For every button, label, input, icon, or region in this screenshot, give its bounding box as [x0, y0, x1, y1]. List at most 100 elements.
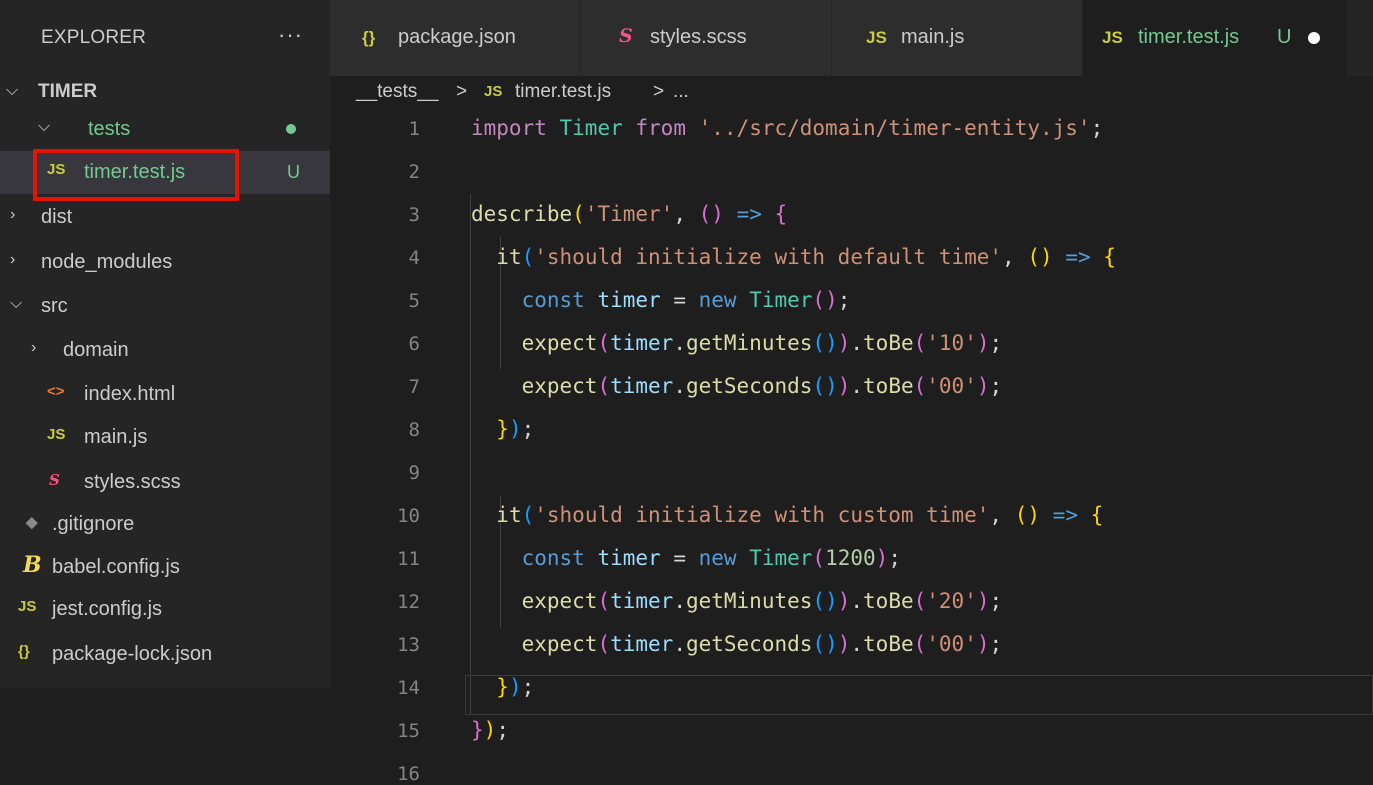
- tab-package-json[interactable]: {} package.json: [330, 0, 581, 76]
- chevron-down-icon: ⌵: [10, 295, 23, 312]
- code-line: it('should initialize with default time'…: [496, 245, 1116, 269]
- javascript-file-icon: JS: [1102, 28, 1123, 47]
- more-actions-icon[interactable]: ···: [278, 22, 303, 48]
- tree-item-label: src: [41, 295, 68, 317]
- line-number: 11: [397, 548, 420, 570]
- breadcrumb-symbols[interactable]: ...: [673, 81, 689, 103]
- chevron-right-icon: ›: [10, 206, 16, 223]
- tab-timer-test-js[interactable]: JS timer.test.js U: [1083, 0, 1348, 76]
- line-number: 15: [397, 720, 420, 742]
- code-line: const timer = new Timer();: [521, 288, 851, 312]
- explorer-title: EXPLORER: [41, 27, 147, 48]
- tree-item-label: node_modules: [41, 251, 173, 273]
- workspace-name: TIMER: [38, 81, 98, 102]
- chevron-right-icon: ›: [31, 339, 37, 356]
- code-line: it('should initialize with custom time',…: [496, 503, 1104, 527]
- tree-folder-src[interactable]: ⌵ src: [0, 285, 330, 328]
- javascript-file-icon: JS: [484, 83, 503, 100]
- chevron-down-icon: ⌵: [38, 118, 51, 135]
- tree-item-label: domain: [63, 339, 129, 361]
- line-number: 1: [408, 118, 420, 140]
- tree-file-babel-config[interactable]: B babel.config.js: [0, 546, 330, 589]
- tree-folder-tests[interactable]: ⌵ tests: [0, 108, 330, 151]
- tree-folder-node-modules[interactable]: › node_modules: [0, 241, 330, 284]
- javascript-file-icon: JS: [47, 426, 66, 443]
- sass-file-icon: S: [49, 471, 60, 489]
- tab-main-js[interactable]: JS main.js: [832, 0, 1083, 76]
- line-number: 5: [408, 290, 420, 312]
- code-line: import Timer from '../src/domain/timer-e…: [471, 116, 1104, 140]
- sass-file-icon: S: [619, 25, 633, 47]
- untracked-status-badge: U: [287, 162, 300, 182]
- code-line: });: [496, 675, 535, 699]
- line-number: 12: [397, 591, 420, 613]
- line-number: 16: [397, 763, 420, 785]
- tree-file-timer-test[interactable]: JS timer.test.js U: [0, 151, 330, 194]
- tree-file-jest-config[interactable]: JS jest.config.js: [0, 588, 330, 631]
- current-line-highlight: [465, 675, 1373, 715]
- code-line: describe('Timer', () => {: [471, 202, 788, 226]
- tree-item-label: package-lock.json: [52, 643, 213, 665]
- breadcrumb-separator-icon: >: [456, 81, 468, 102]
- tree-item-label: tests: [88, 118, 131, 140]
- tab-label: main.js: [901, 26, 965, 48]
- breadcrumb-file[interactable]: timer.test.js: [515, 81, 611, 103]
- html-file-icon: <>: [47, 383, 65, 400]
- code-line: expect(timer.getSeconds()).toBe('00');: [521, 374, 1003, 398]
- chevron-right-icon: ›: [10, 251, 16, 268]
- code-line: const timer = new Timer(1200);: [521, 546, 901, 570]
- line-number: 14: [397, 677, 420, 699]
- modified-dot-icon: [286, 124, 296, 134]
- tab-label: package.json: [398, 26, 516, 48]
- line-number: 13: [397, 634, 420, 656]
- tab-styles-scss[interactable]: S styles.scss: [581, 0, 832, 76]
- tab-label: timer.test.js: [1138, 26, 1240, 48]
- json-file-icon: {}: [18, 643, 30, 660]
- tree-item-label: main.js: [84, 426, 148, 448]
- code-line: expect(timer.getMinutes()).toBe('10');: [521, 331, 1003, 355]
- tree-item-label: jest.config.js: [52, 598, 163, 620]
- untracked-status-badge: U: [1277, 26, 1292, 48]
- workspace-section-header[interactable]: ⌵ TIMER: [0, 76, 330, 108]
- code-line: });: [471, 718, 509, 742]
- tree-file-package-lock[interactable]: {} package-lock.json: [0, 633, 330, 676]
- tab-label: styles.scss: [650, 26, 747, 48]
- tree-item-label: .gitignore: [52, 513, 135, 535]
- unsaved-dot-icon[interactable]: [1308, 32, 1320, 44]
- line-number: 7: [408, 376, 420, 398]
- tree-file-styles-scss[interactable]: S styles.scss: [0, 461, 330, 504]
- tree-item-label: styles.scss: [84, 471, 181, 493]
- tree-folder-dist[interactable]: › dist: [0, 196, 330, 239]
- code-editor[interactable]: 1 2 3 4 5 6 7 8 9 10 11 12 13 14 15 16 i…: [330, 108, 1373, 785]
- json-file-icon: {}: [362, 28, 376, 47]
- tree-file-gitignore[interactable]: ◆ .gitignore: [0, 503, 330, 546]
- tree-file-main-js[interactable]: JS main.js: [0, 416, 330, 459]
- explorer-header: EXPLORER ···: [0, 0, 330, 76]
- line-number: 10: [397, 505, 420, 527]
- tree-item-label: dist: [41, 206, 73, 228]
- explorer-sidebar: EXPLORER ··· ⌵ TIMER ⌵ tests JS timer.te…: [0, 0, 330, 688]
- breadcrumb-folder[interactable]: __tests__: [356, 81, 438, 103]
- line-number: 4: [408, 247, 420, 269]
- line-number: 3: [408, 204, 420, 226]
- javascript-file-icon: JS: [18, 598, 37, 615]
- tree-item-label: babel.config.js: [52, 556, 180, 578]
- chevron-down-icon: ⌵: [6, 82, 19, 99]
- code-line: });: [496, 417, 535, 441]
- tree-item-label: timer.test.js: [84, 161, 186, 183]
- javascript-file-icon: JS: [47, 161, 66, 178]
- line-number: 2: [408, 161, 420, 183]
- tree-folder-domain[interactable]: › domain: [0, 329, 330, 372]
- code-line: expect(timer.getMinutes()).toBe('20');: [521, 589, 1003, 613]
- editor-tab-bar: {} package.json S styles.scss JS main.js…: [330, 0, 1373, 76]
- line-number: 8: [408, 419, 420, 441]
- git-file-icon: ◆: [26, 514, 38, 531]
- tree-file-index-html[interactable]: <> index.html: [0, 373, 330, 416]
- babel-file-icon: B: [23, 552, 42, 578]
- breadcrumb: __tests__ > JS timer.test.js > ...: [330, 76, 1373, 108]
- line-number: 6: [408, 333, 420, 355]
- tree-item-label: index.html: [84, 383, 176, 405]
- javascript-file-icon: JS: [866, 28, 887, 47]
- code-line: expect(timer.getSeconds()).toBe('00');: [521, 632, 1003, 656]
- breadcrumb-separator-icon: >: [653, 81, 665, 102]
